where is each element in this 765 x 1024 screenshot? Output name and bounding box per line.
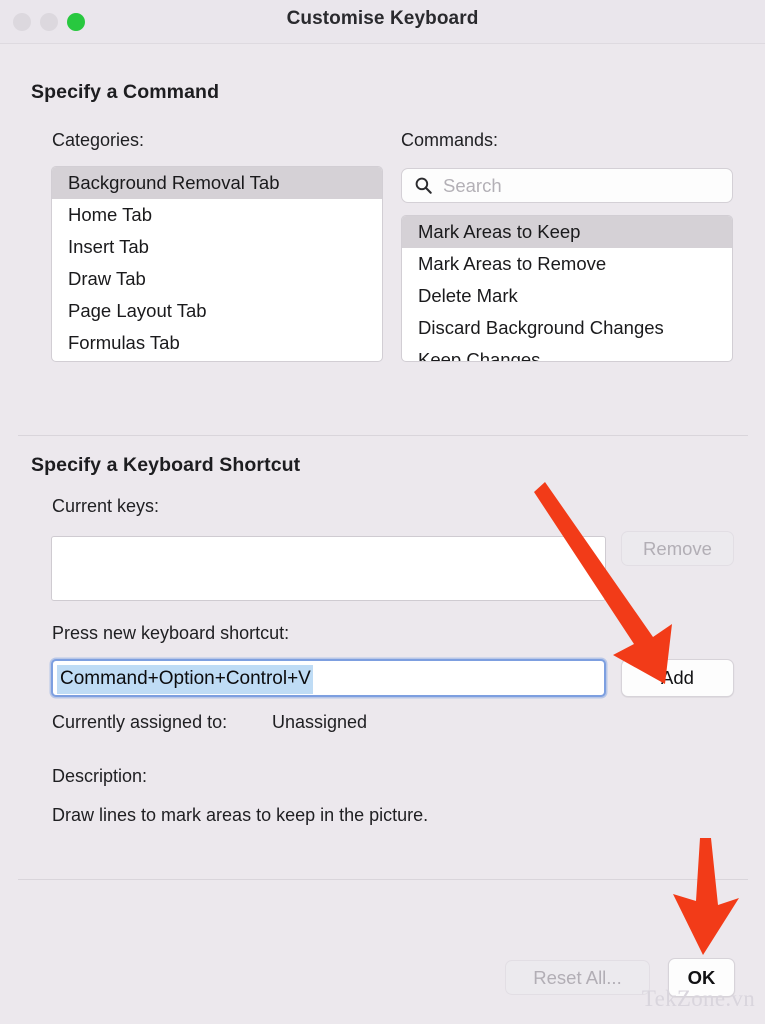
list-item[interactable]: Draw Tab (52, 263, 382, 295)
section-divider-top (18, 435, 748, 436)
new-shortcut-value: Command+Option+Control+V (57, 665, 313, 694)
watermark: TekZone.vn (641, 986, 755, 1011)
window-titlebar: Customise Keyboard (0, 0, 765, 44)
list-item[interactable]: Page Layout Tab (52, 295, 382, 327)
specify-command-heading: Specify a Command (31, 81, 220, 103)
list-item[interactable]: Formulas Tab (52, 327, 382, 359)
remove-button[interactable]: Remove (621, 531, 734, 566)
categories-list[interactable]: Background Removal Tab Home Tab Insert T… (51, 166, 383, 362)
list-item[interactable]: Mark Areas to Remove (402, 248, 732, 280)
list-item[interactable]: Background Removal Tab (52, 167, 382, 199)
list-item[interactable]: Discard Background Changes (402, 312, 732, 344)
section-divider-bottom (18, 879, 748, 880)
list-item[interactable]: Home Tab (52, 199, 382, 231)
commands-search-field[interactable]: Search (401, 168, 733, 203)
list-item[interactable]: Mark Areas to Keep (402, 216, 732, 248)
customise-keyboard-window: Customise Keyboard Specify a Command Cat… (0, 0, 765, 1024)
description-label: Description: (52, 766, 148, 786)
currently-assigned-value: Unassigned (272, 712, 368, 732)
reset-all-button[interactable]: Reset All... (505, 960, 650, 995)
add-button[interactable]: Add (621, 659, 734, 697)
specify-shortcut-heading: Specify a Keyboard Shortcut (31, 454, 301, 476)
list-item[interactable]: Insert Tab (52, 231, 382, 263)
list-item[interactable]: Keep Changes (402, 344, 732, 361)
categories-label: Categories: (52, 130, 145, 150)
commands-list[interactable]: Mark Areas to Keep Mark Areas to Remove … (401, 215, 733, 362)
list-item[interactable]: Delete Mark (402, 280, 732, 312)
arrow-to-ok-button (673, 838, 739, 955)
new-shortcut-input[interactable]: Command+Option+Control+V (51, 659, 606, 697)
current-keys-box[interactable] (51, 536, 606, 601)
description-value: Draw lines to mark areas to keep in the … (52, 805, 429, 825)
currently-assigned-label: Currently assigned to: (52, 712, 228, 732)
search-input[interactable]: Search (443, 175, 502, 197)
commands-label: Commands: (401, 130, 499, 150)
window-title: Customise Keyboard (286, 8, 479, 29)
press-new-shortcut-label: Press new keyboard shortcut: (52, 623, 290, 643)
current-keys-label: Current keys: (52, 496, 160, 516)
search-icon (415, 177, 432, 194)
